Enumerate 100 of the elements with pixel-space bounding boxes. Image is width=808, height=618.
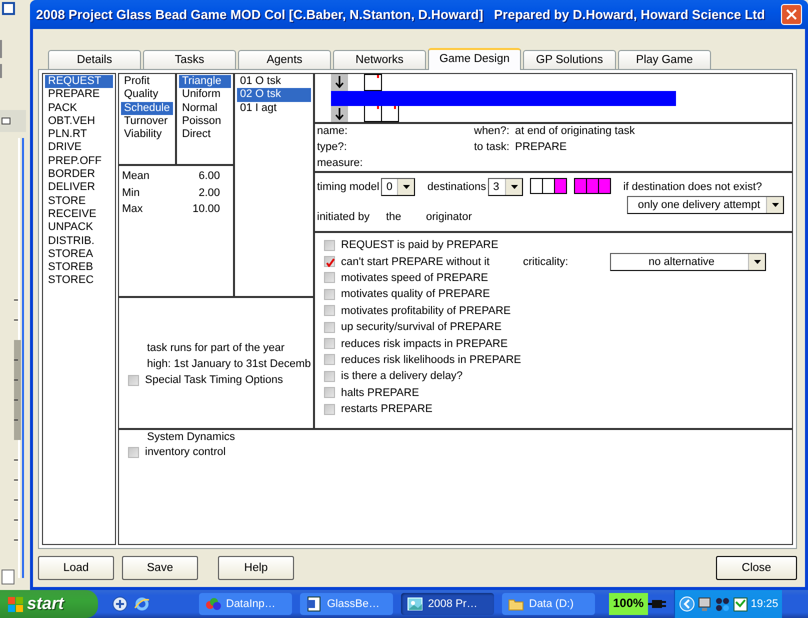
- checkbox[interactable]: [324, 354, 335, 366]
- dropdown[interactable]: 3: [488, 178, 524, 196]
- list-item[interactable]: 01 I agt: [237, 102, 311, 115]
- list-item[interactable]: STOREC: [45, 274, 113, 288]
- checkbox-label: REQUEST is paid by PREPARE: [341, 239, 498, 252]
- checkbox[interactable]: [324, 322, 335, 333]
- list-item[interactable]: PREP.OFF: [45, 154, 113, 168]
- destination-slot[interactable]: [554, 178, 568, 194]
- network-icon: [714, 596, 730, 612]
- destination-slot[interactable]: [598, 178, 612, 194]
- timing-text: task runs for part of the year: [146, 341, 286, 356]
- list-item[interactable]: 01 O tsk: [237, 75, 311, 88]
- checkbox-label: up security/survival of PREPARE: [341, 321, 502, 334]
- checkbox[interactable]: [324, 387, 335, 398]
- list-item[interactable]: OBT.VEH: [45, 114, 113, 128]
- checkbox[interactable]: [324, 240, 335, 251]
- destination-slot[interactable]: [530, 178, 544, 194]
- button[interactable]: Help: [218, 556, 294, 580]
- list-item[interactable]: PLN.RT: [45, 128, 113, 142]
- checkbox-label: reduces risk likelihoods in PREPARE: [341, 354, 522, 366]
- checkbox[interactable]: [128, 446, 139, 458]
- list-item[interactable]: DRIVE: [45, 141, 113, 155]
- taskbar-button[interactable]: Data (D:): [502, 593, 595, 615]
- close-button[interactable]: [781, 4, 802, 25]
- list-item[interactable]: STORE: [45, 194, 113, 208]
- tab[interactable]: Networks: [333, 50, 426, 69]
- checkbox-label: is there a delivery delay?: [341, 370, 463, 382]
- field-value: at end of originating task: [515, 125, 636, 139]
- list-item[interactable]: Poisson: [179, 114, 231, 128]
- checkbox[interactable]: [324, 338, 335, 350]
- field-label: if destination does not exist?: [623, 180, 763, 195]
- windows-logo-icon: [8, 596, 23, 612]
- destination-slot[interactable]: [574, 178, 588, 194]
- list-item[interactable]: PACK: [45, 102, 113, 115]
- checkbox[interactable]: [324, 288, 335, 300]
- taskbar-button[interactable]: GlassBe…: [300, 593, 393, 615]
- list-item[interactable]: Normal: [179, 102, 231, 115]
- stat-value: 10.00: [192, 202, 220, 217]
- list-item[interactable]: Profit: [121, 75, 173, 88]
- field-label: destinations: [427, 180, 486, 195]
- tab[interactable]: Details: [48, 50, 141, 69]
- list-item[interactable]: Turnover: [121, 114, 173, 128]
- list-item[interactable]: 02 O tsk: [237, 88, 311, 102]
- list-item[interactable]: REQUEST: [45, 75, 113, 88]
- dropdown[interactable]: 0: [381, 178, 416, 196]
- list-item[interactable]: STOREB: [45, 261, 113, 274]
- list-item[interactable]: BORDER: [45, 168, 113, 182]
- button[interactable]: Save: [122, 556, 198, 580]
- dropdown[interactable]: no alternative: [610, 252, 766, 271]
- stat-value: 6.00: [198, 169, 220, 184]
- close-button[interactable]: Close: [716, 556, 797, 580]
- dropdown-arrow-icon: [510, 185, 518, 189]
- checkbox[interactable]: [128, 374, 139, 386]
- list-item[interactable]: Schedule: [121, 102, 173, 115]
- list-item[interactable]: Uniform: [179, 88, 231, 102]
- checkbox-label: reduces risk impacts in PREPARE: [341, 338, 508, 350]
- tray-app-icon: [732, 596, 748, 612]
- dropdown[interactable]: only one delivery attempt: [627, 196, 784, 214]
- checkbox[interactable]: [324, 404, 335, 415]
- app-icon: [205, 596, 221, 612]
- list-item[interactable]: Triangle: [179, 75, 231, 88]
- checkbox[interactable]: [324, 370, 335, 382]
- quick-launch-icon[interactable]: [112, 596, 128, 612]
- tab[interactable]: Agents: [238, 50, 331, 69]
- dropdown-arrow-icon: [402, 185, 410, 189]
- destination-slot[interactable]: [586, 178, 600, 194]
- list-item[interactable]: Viability: [121, 128, 173, 142]
- window-title: 2008 Project Glass Bead Game MOD Col [C.Baber, N.Stanton, D.Howard] Prepared by D.Howard, Howard Science Ltd: [36, 7, 766, 22]
- tab[interactable]: Tasks: [143, 50, 236, 69]
- checkbox[interactable]: [324, 272, 335, 284]
- browser-icon[interactable]: [134, 596, 150, 612]
- checkbox[interactable]: [324, 256, 335, 268]
- list-item[interactable]: DISTRIB.: [45, 234, 113, 248]
- tab[interactable]: Game Design: [428, 48, 521, 70]
- checkbox-label: halts PREPARE: [341, 386, 420, 399]
- tab[interactable]: GP Solutions: [523, 50, 616, 69]
- checkbox-label: restarts PREPARE: [341, 403, 432, 416]
- button[interactable]: Load: [38, 556, 114, 580]
- section-title: System Dynamics: [146, 430, 236, 444]
- picture-icon: [407, 596, 423, 612]
- field-value: PREPARE: [515, 141, 568, 155]
- monitor-icon: [698, 596, 712, 612]
- checkbox-label: motivates speed of PREPARE: [341, 272, 488, 284]
- list-item[interactable]: PREPARE: [45, 88, 113, 102]
- list-item[interactable]: DELIVER: [45, 181, 113, 195]
- destination-slot[interactable]: [542, 178, 556, 194]
- taskbar-button[interactable]: DataInp…: [199, 593, 292, 615]
- close-icon: [785, 8, 798, 21]
- field-label: timing model: [317, 180, 380, 195]
- list-item[interactable]: RECEIVE: [45, 208, 113, 222]
- list-item[interactable]: UNPACK: [45, 221, 113, 235]
- list-item[interactable]: Quality: [121, 88, 173, 102]
- list-item[interactable]: Direct: [179, 128, 231, 142]
- tab[interactable]: Play Game: [618, 50, 711, 69]
- checkbox[interactable]: [324, 305, 335, 316]
- taskbar-button[interactable]: 2008 Pr…: [401, 593, 494, 615]
- list-item[interactable]: STOREA: [45, 248, 113, 262]
- checkbox-label: inventory control: [145, 446, 226, 458]
- clock: 19:25: [750, 598, 778, 610]
- field-label: name:: [317, 125, 349, 139]
